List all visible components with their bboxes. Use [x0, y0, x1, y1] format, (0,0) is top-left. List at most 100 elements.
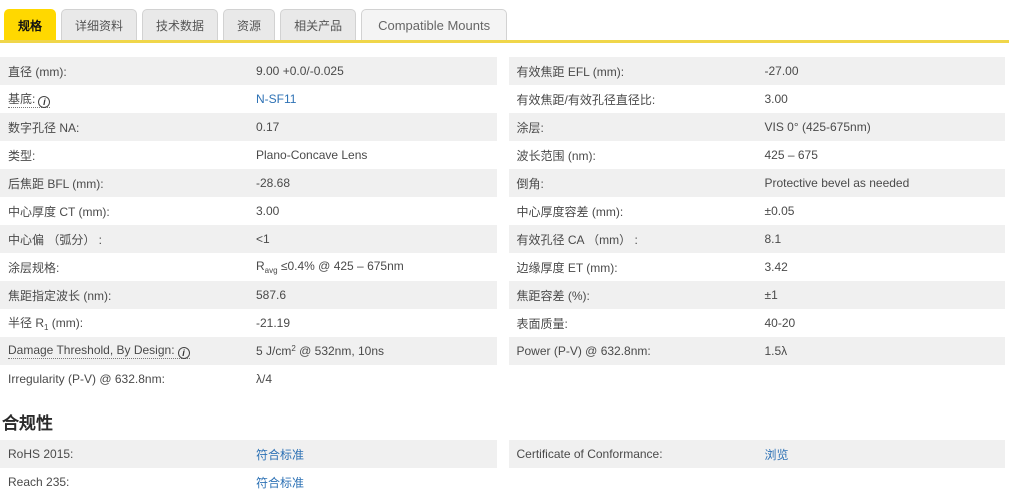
table-row: 涂层规格: Ravg ≤0.4% @ 425 – 675nm: [0, 253, 497, 281]
table-row: 有效孔径 CA （mm） : 8.1: [509, 225, 1006, 253]
spec-value: 5 J/cm2 @ 532nm, 10ns: [256, 344, 497, 358]
spec-label: 边缘厚度 ET (mm):: [517, 259, 765, 276]
spec-label-text: 类型:: [8, 149, 35, 163]
table-row: 数字孔径 NA: 0.17: [0, 113, 497, 141]
spec-label-text: 焦距指定波长 (nm):: [8, 289, 111, 303]
tab-active-0[interactable]: 规格: [4, 9, 56, 40]
spec-label: 表面质量:: [517, 315, 765, 332]
spec-label-text: 半径 R1 (mm):: [8, 316, 83, 330]
table-row: 半径 R1 (mm): -21.19: [0, 309, 497, 337]
spec-table-right-column: 有效焦距 EFL (mm):-27.00有效焦距/有效孔径直径比:3.00涂层:…: [509, 57, 1006, 365]
spec-label: Irregularity (P-V) @ 632.8nm:: [8, 372, 256, 386]
spec-label-text: 中心偏 （弧分） :: [8, 233, 102, 247]
spec-value: 1.5λ: [765, 344, 1006, 358]
spec-label: Reach 235:: [8, 475, 256, 489]
spec-value: -27.00: [765, 64, 1006, 78]
compliance-heading: 合规性: [2, 409, 1009, 434]
spec-label: 焦距容差 (%):: [517, 287, 765, 304]
spec-label-text: 涂层:: [517, 121, 544, 135]
tab-4[interactable]: 相关产品: [280, 9, 356, 40]
table-row: Power (P-V) @ 632.8nm:1.5λ: [509, 337, 1006, 365]
spec-label: Certificate of Conformance:: [517, 447, 765, 461]
spec-value: <1: [256, 232, 497, 246]
spec-label: 半径 R1 (mm):: [8, 314, 256, 332]
spec-value: -28.68: [256, 176, 497, 190]
spec-label-text: 倒角:: [517, 177, 544, 191]
spec-label: 有效焦距 EFL (mm):: [517, 63, 765, 80]
tab-1[interactable]: 详细资料: [61, 9, 137, 40]
info-icon[interactable]: i: [178, 347, 190, 359]
spec-label: 数字孔径 NA:: [8, 119, 256, 136]
compliance-right-column: Certificate of Conformance: 浏览: [509, 440, 1006, 468]
spec-label-text: 中心厚度容差 (mm):: [517, 205, 624, 219]
tab-3[interactable]: 资源: [223, 9, 275, 40]
table-row: 边缘厚度 ET (mm):3.42: [509, 253, 1006, 281]
tooltip-label[interactable]: Damage Threshold, By Design:i: [8, 343, 190, 359]
spec-value: N-SF11: [256, 92, 497, 106]
table-row: 倒角: Protective bevel as needed: [509, 169, 1006, 197]
info-icon[interactable]: i: [38, 96, 50, 108]
table-row: 类型: Plano-Concave Lens: [0, 141, 497, 169]
spec-label-text: 中心厚度 CT (mm):: [8, 205, 110, 219]
table-row: Reach 235: 符合标准: [0, 468, 497, 496]
spec-label: 涂层:: [517, 119, 765, 136]
spec-label: 涂层规格:: [8, 259, 256, 276]
compliance-left-column: RoHS 2015:符合标准 Reach 235: 符合标准: [0, 440, 497, 496]
table-row: RoHS 2015:符合标准: [0, 440, 497, 468]
spec-label-text: 有效焦距 EFL (mm):: [517, 65, 625, 79]
compliance-table: RoHS 2015:符合标准 Reach 235: 符合标准 Certificate…: [0, 440, 1009, 496]
tooltip-label[interactable]: 基底:i: [8, 92, 50, 108]
table-row: Irregularity (P-V) @ 632.8nm:λ/4: [0, 365, 497, 393]
spec-label: 焦距指定波长 (nm):: [8, 287, 256, 304]
table-row: 中心偏 （弧分） : <1: [0, 225, 497, 253]
spec-label-text: Reach 235:: [8, 475, 69, 489]
spec-label: Power (P-V) @ 632.8nm:: [517, 344, 765, 358]
spec-value: VIS 0° (425-675nm): [765, 120, 1006, 134]
value-link[interactable]: 符合标准: [256, 448, 304, 462]
table-row: 中心厚度 CT (mm): 3.00: [0, 197, 497, 225]
tab-bar: 规格详细资料技术数据资源相关产品Compatible Mounts: [0, 0, 1009, 43]
value-link[interactable]: 符合标准: [256, 476, 304, 490]
spec-table: 直径 (mm):9.00 +0.0/-0.025基底:iN-SF11数字孔径 N…: [0, 43, 1009, 393]
spec-value: 浏览: [765, 446, 1006, 463]
spec-value: 符合标准: [256, 446, 497, 463]
value-link[interactable]: 浏览: [765, 448, 789, 462]
spec-label: 中心厚度容差 (mm):: [517, 203, 765, 220]
spec-value: Plano-Concave Lens: [256, 148, 497, 162]
spec-label: 类型:: [8, 147, 256, 164]
spec-label-text: 波长范围 (nm):: [517, 149, 596, 163]
spec-value: 3.00: [256, 204, 497, 218]
spec-value: ±1: [765, 288, 1006, 302]
spec-label: 中心厚度 CT (mm):: [8, 203, 256, 220]
table-row: 表面质量:40-20: [509, 309, 1006, 337]
spec-label-text: 涂层规格:: [8, 261, 59, 275]
spec-value: 0.17: [256, 120, 497, 134]
spec-value: Protective bevel as needed: [765, 176, 1006, 190]
spec-value: 3.42: [765, 260, 1006, 274]
spec-value: Ravg ≤0.4% @ 425 – 675nm: [256, 259, 497, 275]
spec-label: 直径 (mm):: [8, 63, 256, 80]
spec-label: 中心偏 （弧分） :: [8, 231, 256, 248]
spec-value: 587.6: [256, 288, 497, 302]
spec-value: -21.19: [256, 316, 497, 330]
spec-label-text: 有效孔径 CA （mm） :: [517, 233, 638, 247]
table-row: 涂层: VIS 0° (425-675nm): [509, 113, 1006, 141]
tab-2[interactable]: 技术数据: [142, 9, 218, 40]
tab-5[interactable]: Compatible Mounts: [361, 9, 507, 40]
spec-label-text: Certificate of Conformance:: [517, 447, 663, 461]
sub-text: avg: [265, 266, 278, 275]
table-row: Certificate of Conformance: 浏览: [509, 440, 1006, 468]
table-row: 焦距指定波长 (nm): 587.6: [0, 281, 497, 309]
spec-value: λ/4: [256, 372, 497, 386]
table-row: 焦距容差 (%):±1: [509, 281, 1006, 309]
spec-value: 8.1: [765, 232, 1006, 246]
spec-label-text: 数字孔径 NA:: [8, 121, 79, 135]
spec-label-text: 直径 (mm):: [8, 65, 67, 79]
spec-value: 符合标准: [256, 474, 497, 491]
spec-value: 425 – 675: [765, 148, 1006, 162]
spec-label: 倒角:: [517, 175, 765, 192]
spec-value: 40-20: [765, 316, 1006, 330]
spec-label: 有效焦距/有效孔径直径比:: [517, 91, 765, 108]
value-link[interactable]: N-SF11: [256, 92, 296, 106]
spec-table-left-column: 直径 (mm):9.00 +0.0/-0.025基底:iN-SF11数字孔径 N…: [0, 57, 497, 393]
